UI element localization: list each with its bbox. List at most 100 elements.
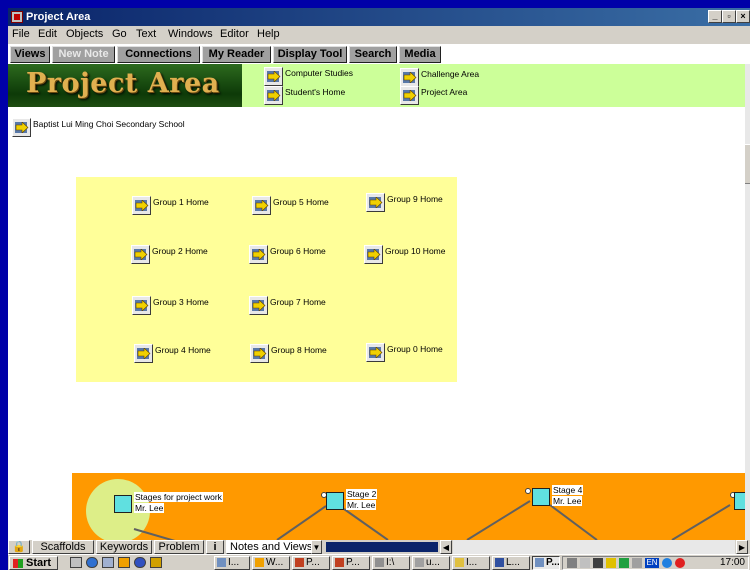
arrow-link-icon [12, 118, 31, 137]
system-tray: EN 17:00 [562, 556, 749, 570]
network-icon[interactable] [580, 558, 590, 568]
arrow-link-icon [134, 344, 153, 363]
my-reader-tab[interactable]: My Reader [202, 46, 271, 63]
restore-button[interactable]: ▫ [722, 10, 736, 23]
security-icon[interactable] [619, 558, 629, 568]
note-icon [114, 495, 132, 513]
scroll-thumb[interactable] [745, 144, 750, 184]
printer-icon[interactable] [593, 558, 603, 568]
arrow-link-icon [132, 196, 151, 215]
note-icon [734, 492, 745, 510]
menu-bar: File Edit Objects Go Text Windows Editor… [8, 26, 750, 44]
toolbar: Views New Note Connections My Reader Dis… [8, 44, 750, 64]
task-button[interactable]: I... [214, 556, 250, 570]
menu-objects[interactable]: Objects [66, 28, 103, 40]
scaffolds-tab[interactable]: Scaffolds [32, 540, 94, 554]
menu-help[interactable]: Help [257, 28, 280, 40]
logo-text: Project Area [26, 68, 220, 99]
note-icon [326, 492, 344, 510]
menu-edit[interactable]: Edit [38, 28, 57, 40]
arrow-link-icon [131, 245, 150, 264]
views-dropdown[interactable]: Notes and Views [226, 540, 322, 554]
app-shortcut-icon[interactable] [150, 557, 162, 568]
explorer-icon[interactable] [102, 557, 114, 568]
link-anchor [525, 488, 531, 494]
connector-line [671, 504, 731, 540]
arrow-link-icon [366, 343, 385, 362]
start-button[interactable]: Start [9, 556, 58, 570]
task-button[interactable]: L... [492, 556, 530, 570]
application-window: Project Area _ ▫ × File Edit Objects Go … [8, 8, 750, 570]
menu-file[interactable]: File [12, 28, 30, 40]
progress-strip [326, 542, 438, 552]
arrow-link-icon [264, 86, 283, 105]
arrow-link-icon [366, 193, 385, 212]
tray-status-icon[interactable] [675, 558, 685, 568]
connector-line [466, 500, 531, 540]
close-button[interactable]: × [736, 10, 750, 23]
language-indicator[interactable]: EN [645, 558, 659, 568]
lock-icon[interactable]: 🔒 [8, 540, 30, 554]
scaffold-bar: 🔒 Scaffolds Keywords Problem i Notes and… [8, 540, 750, 554]
groups-panel: Group 1 Home Group 5 Home Group 9 Home G… [76, 177, 457, 382]
arrow-link-icon [264, 67, 283, 86]
task-button[interactable]: u... [412, 556, 450, 570]
tray-tool-icon[interactable] [632, 558, 642, 568]
arrow-link-icon [250, 344, 269, 363]
dropdown-arrow-icon[interactable]: ▼ [311, 540, 322, 554]
banner: Project Area Computer Studies Student's … [8, 64, 745, 107]
stage-connectors [86, 479, 736, 540]
note-icon [532, 488, 550, 506]
search-tab[interactable]: Search [349, 46, 397, 63]
info-button[interactable]: i [206, 540, 224, 554]
connector-line [549, 504, 598, 540]
menu-editor[interactable]: Editor [220, 28, 249, 40]
arrow-link-icon [249, 296, 268, 315]
task-button[interactable]: P... [332, 556, 370, 570]
clock: 17:00 [719, 557, 745, 568]
view-canvas[interactable]: Project Area Computer Studies Student's … [8, 64, 745, 540]
taskbar: Start I... W... P... P... I:\ u... I... … [8, 554, 750, 570]
menu-text[interactable]: Text [136, 28, 156, 40]
tray-app-icon[interactable] [606, 558, 616, 568]
scroll-left-icon[interactable]: ◀ [440, 540, 452, 554]
task-button[interactable]: P... [292, 556, 330, 570]
media-tab[interactable]: Media [399, 46, 441, 63]
arrow-link-icon [364, 245, 383, 264]
logo-banner: Project Area [8, 64, 242, 107]
scroll-right-icon[interactable]: ▶ [736, 540, 748, 554]
app-icon [11, 11, 23, 23]
menu-go[interactable]: Go [112, 28, 127, 40]
task-button[interactable]: W... [252, 556, 290, 570]
title-bar[interactable]: Project Area _ ▫ × [8, 8, 750, 26]
vertical-scrollbar[interactable] [745, 64, 750, 540]
volume-icon[interactable] [567, 558, 577, 568]
connector-line [276, 505, 327, 540]
active-task-button[interactable]: P... [532, 556, 560, 570]
arrow-link-icon [132, 296, 151, 315]
minimize-button[interactable]: _ [708, 10, 722, 23]
arrow-link-icon [400, 86, 419, 105]
media-player-icon[interactable] [118, 557, 130, 568]
task-button[interactable]: I... [452, 556, 490, 570]
task-button[interactable]: I:\ [372, 556, 410, 570]
windows-logo-icon [13, 559, 23, 568]
arrow-link-icon [400, 68, 419, 87]
connections-tab[interactable]: Connections [117, 46, 200, 63]
arrow-link-icon [249, 245, 268, 264]
horizontal-scrollbar[interactable] [453, 540, 735, 554]
connector-line [343, 508, 389, 540]
input-method-icon[interactable] [662, 558, 672, 568]
messenger-icon[interactable] [134, 557, 146, 568]
new-note-tab[interactable]: New Note [52, 46, 115, 63]
window-title: Project Area [26, 11, 91, 23]
internet-explorer-icon[interactable] [86, 557, 98, 568]
keywords-tab[interactable]: Keywords [96, 540, 152, 554]
display-tool-tab[interactable]: Display Tool [273, 46, 347, 63]
views-tab[interactable]: Views [10, 46, 50, 63]
connector-line [133, 528, 176, 540]
desktop-icon[interactable] [70, 557, 82, 568]
problem-tab[interactable]: Problem [154, 540, 204, 554]
menu-windows[interactable]: Windows [168, 28, 213, 40]
arrow-link-icon [252, 196, 271, 215]
